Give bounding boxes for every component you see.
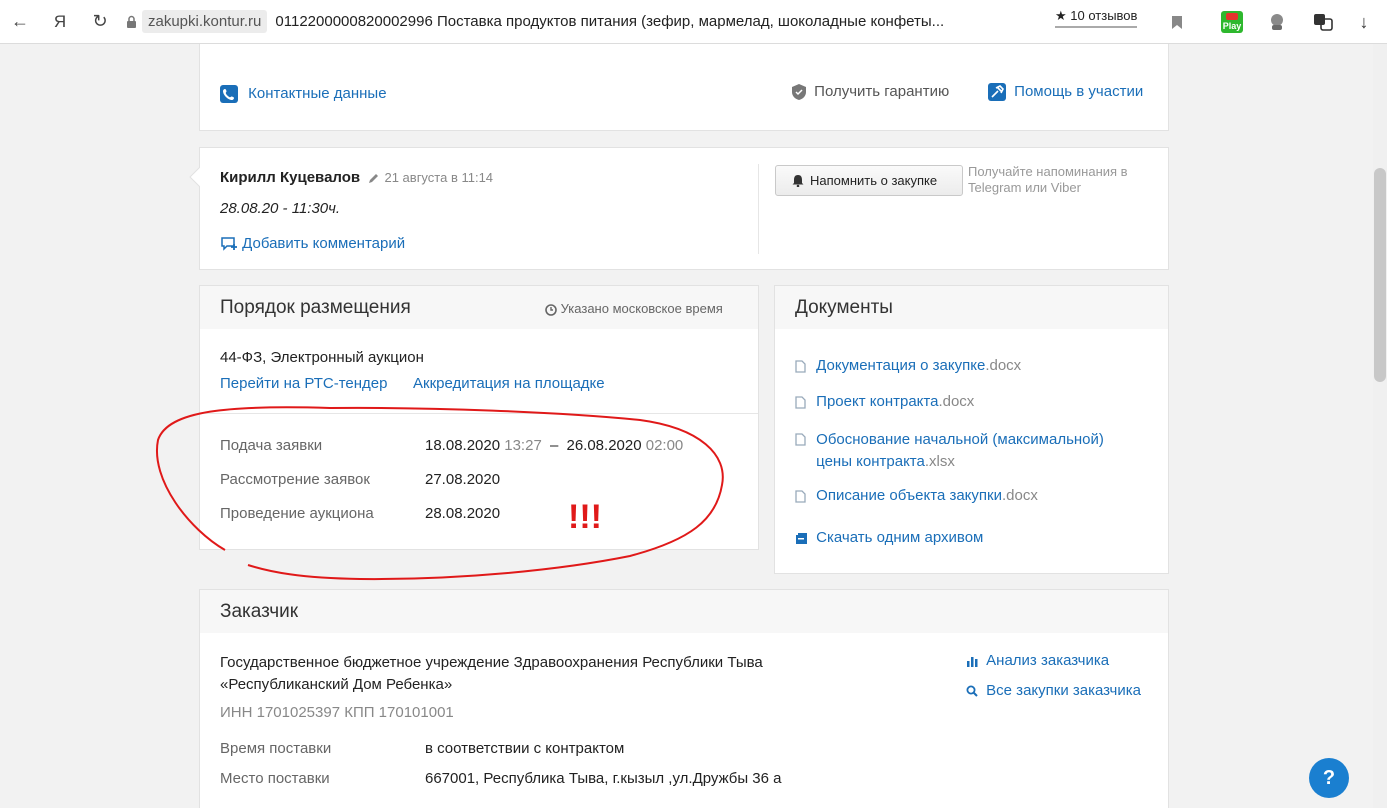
help-button[interactable]: ? [1309,758,1349,798]
red-annotation-ellipse: !!! [155,406,724,581]
scrollbar-thumb[interactable] [1374,168,1386,382]
scrollbar-track[interactable] [1373,44,1387,808]
exclamation-marks: !!! [568,498,602,536]
